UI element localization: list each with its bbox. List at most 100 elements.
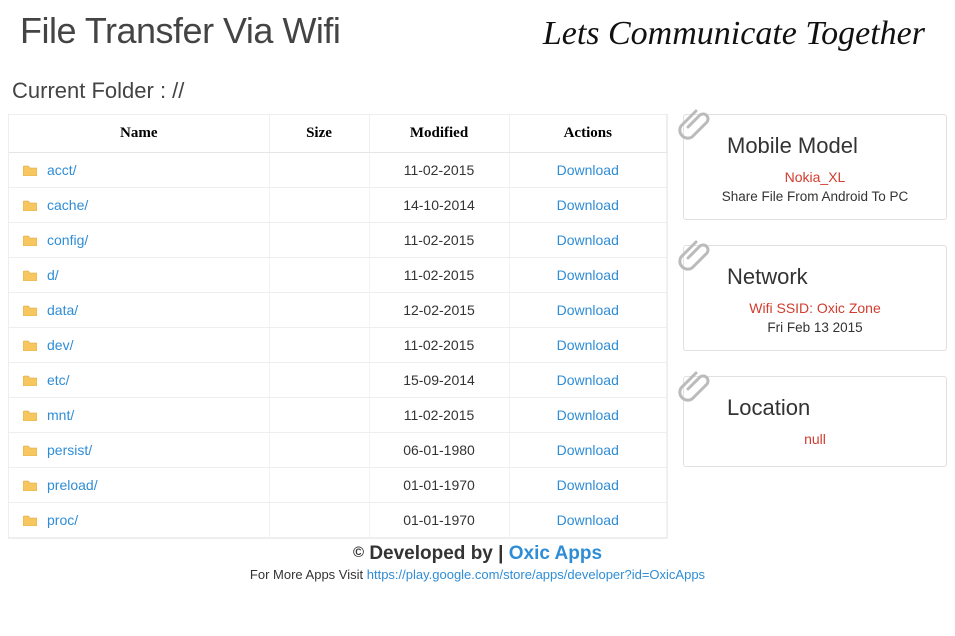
location-title: Location bbox=[699, 395, 931, 421]
folder-link[interactable]: d/ bbox=[47, 267, 59, 283]
folder-link[interactable]: cache/ bbox=[47, 197, 88, 213]
mobile-model-value: Nokia_XL bbox=[699, 169, 931, 185]
folder-link[interactable]: data/ bbox=[47, 302, 78, 318]
table-row: cache/14-10-2014Download bbox=[9, 188, 667, 223]
download-link[interactable]: Download bbox=[557, 162, 619, 178]
network-sub: Fri Feb 13 2015 bbox=[699, 320, 931, 335]
modified-cell: 11-02-2015 bbox=[369, 328, 509, 363]
size-cell bbox=[269, 468, 369, 503]
table-row: proc/01-01-1970 Download bbox=[9, 503, 667, 538]
table-row: dev/11-02-2015 Download bbox=[9, 328, 667, 363]
folder-icon bbox=[23, 270, 37, 281]
file-table: Name Size Modified Actions acct/11-02-20… bbox=[9, 115, 667, 538]
name-cell: proc/ bbox=[9, 503, 269, 538]
download-link[interactable]: Download bbox=[557, 442, 619, 458]
network-value: Wifi SSID: Oxic Zone bbox=[699, 300, 931, 316]
paperclip-icon bbox=[674, 232, 714, 272]
size-cell bbox=[269, 153, 369, 188]
actions-cell: Download bbox=[509, 363, 667, 398]
folder-icon bbox=[23, 375, 37, 386]
name-cell: preload/ bbox=[9, 468, 269, 503]
modified-cell: 12-02-2015 bbox=[369, 293, 509, 328]
folder-icon bbox=[23, 410, 37, 421]
developed-by-label: Developed by | bbox=[369, 543, 508, 564]
network-card: Network Wifi SSID: Oxic Zone Fri Feb 13 … bbox=[683, 245, 947, 351]
actions-cell: Download bbox=[509, 258, 667, 293]
col-name: Name bbox=[9, 115, 269, 153]
folder-link[interactable]: config/ bbox=[47, 232, 88, 248]
modified-cell: 11-02-2015 bbox=[369, 223, 509, 258]
name-cell: persist/ bbox=[9, 433, 269, 468]
size-cell bbox=[269, 188, 369, 223]
folder-icon bbox=[23, 480, 37, 491]
download-link[interactable]: Download bbox=[557, 337, 619, 353]
size-cell bbox=[269, 398, 369, 433]
table-row: etc/15-09-2014Download bbox=[9, 363, 667, 398]
size-cell bbox=[269, 433, 369, 468]
copyright-icon: © bbox=[353, 544, 364, 561]
more-apps-label: For More Apps Visit bbox=[250, 567, 367, 582]
developer-link[interactable]: Oxic Apps bbox=[509, 543, 602, 564]
download-link[interactable]: Download bbox=[557, 302, 619, 318]
folder-link[interactable]: mnt/ bbox=[47, 407, 74, 423]
mobile-model-sub: Share File From Android To PC bbox=[699, 189, 931, 204]
page-title: File Transfer Via Wifi bbox=[20, 10, 340, 52]
breadcrumb: Current Folder : // bbox=[0, 53, 955, 114]
paperclip-icon bbox=[674, 363, 714, 403]
modified-cell: 11-02-2015 bbox=[369, 153, 509, 188]
actions-cell: Download bbox=[509, 433, 667, 468]
folder-link[interactable]: preload/ bbox=[47, 477, 98, 493]
actions-cell: Download bbox=[509, 188, 667, 223]
more-apps-link[interactable]: https://play.google.com/store/apps/devel… bbox=[367, 567, 705, 582]
folder-icon bbox=[23, 165, 37, 176]
footer: © Developed by | Oxic Apps For More Apps… bbox=[0, 539, 955, 582]
name-cell: dev/ bbox=[9, 328, 269, 363]
download-link[interactable]: Download bbox=[557, 477, 619, 493]
size-cell bbox=[269, 258, 369, 293]
modified-cell: 06-01-1980 bbox=[369, 433, 509, 468]
size-cell bbox=[269, 328, 369, 363]
folder-link[interactable]: persist/ bbox=[47, 442, 92, 458]
table-row: acct/11-02-2015 Download bbox=[9, 153, 667, 188]
download-link[interactable]: Download bbox=[557, 267, 619, 283]
folder-icon bbox=[23, 200, 37, 211]
download-link[interactable]: Download bbox=[557, 512, 619, 528]
size-cell bbox=[269, 293, 369, 328]
mobile-model-card: Mobile Model Nokia_XL Share File From An… bbox=[683, 114, 947, 220]
modified-cell: 01-01-1970 bbox=[369, 503, 509, 538]
download-link[interactable]: Download bbox=[557, 232, 619, 248]
name-cell: mnt/ bbox=[9, 398, 269, 433]
actions-cell: Download bbox=[509, 328, 667, 363]
folder-icon bbox=[23, 235, 37, 246]
download-link[interactable]: Download bbox=[557, 407, 619, 423]
actions-cell: Download bbox=[509, 398, 667, 433]
name-cell: etc/ bbox=[9, 363, 269, 398]
actions-cell: Download bbox=[509, 468, 667, 503]
file-table-container: Name Size Modified Actions acct/11-02-20… bbox=[8, 114, 668, 539]
name-cell: d/ bbox=[9, 258, 269, 293]
size-cell bbox=[269, 503, 369, 538]
folder-link[interactable]: etc/ bbox=[47, 372, 70, 388]
folder-link[interactable]: dev/ bbox=[47, 337, 73, 353]
file-table-scroll[interactable]: Name Size Modified Actions acct/11-02-20… bbox=[9, 115, 667, 538]
network-title: Network bbox=[699, 264, 931, 290]
folder-link[interactable]: proc/ bbox=[47, 512, 78, 528]
folder-icon bbox=[23, 515, 37, 526]
download-link[interactable]: Download bbox=[557, 372, 619, 388]
folder-icon bbox=[23, 340, 37, 351]
name-cell: data/ bbox=[9, 293, 269, 328]
size-cell bbox=[269, 363, 369, 398]
modified-cell: 01-01-1970 bbox=[369, 468, 509, 503]
table-row: persist/06-01-1980 Download bbox=[9, 433, 667, 468]
table-row: config/11-02-2015 Download bbox=[9, 223, 667, 258]
location-card: Location null bbox=[683, 376, 947, 467]
table-row: d/11-02-2015Download bbox=[9, 258, 667, 293]
table-row: mnt/11-02-2015 Download bbox=[9, 398, 667, 433]
modified-cell: 11-02-2015 bbox=[369, 398, 509, 433]
col-modified: Modified bbox=[369, 115, 509, 153]
mobile-model-title: Mobile Model bbox=[699, 133, 931, 159]
download-link[interactable]: Download bbox=[557, 197, 619, 213]
paperclip-icon bbox=[674, 101, 714, 141]
actions-cell: Download bbox=[509, 153, 667, 188]
folder-link[interactable]: acct/ bbox=[47, 162, 77, 178]
